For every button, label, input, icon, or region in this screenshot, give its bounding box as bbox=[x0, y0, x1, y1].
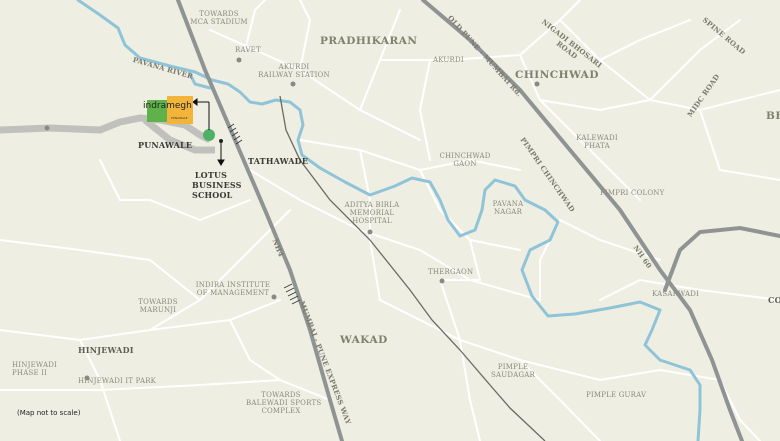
label-indira-institute: INDIRA INSTITUTE OF MANAGEMENT bbox=[194, 281, 272, 297]
area-co-partial: CO bbox=[768, 295, 780, 305]
mca-line-1: TOWARDS bbox=[199, 10, 239, 18]
area-pradhikaran: PRADHIKARAN bbox=[320, 35, 418, 47]
kalewadi-line-1: KALEWADI bbox=[576, 134, 618, 142]
indira-line-1: INDIRA INSTITUTE bbox=[195, 281, 271, 289]
label-ravet: RAVET bbox=[235, 46, 261, 54]
saudagar-line-2: SAUDAGAR bbox=[491, 371, 535, 379]
aditya-line-3: HOSPITAL bbox=[352, 217, 392, 225]
aditya-line-2: MEMORIAL bbox=[349, 209, 395, 217]
balewadi-line-3: COMPLEX bbox=[261, 407, 301, 415]
balewadi-line-2: BALEWADI SPORTS bbox=[246, 399, 322, 407]
project-marker bbox=[203, 129, 215, 141]
saudagar-line-1: PIMPLE bbox=[497, 363, 529, 371]
kalewadi-line-2: PHATA bbox=[584, 142, 610, 150]
label-pimple-gurav: PIMPLE GURAV bbox=[586, 391, 647, 399]
label-pavana-nagar: PAVANA NAGAR bbox=[486, 200, 530, 216]
lotus-school-dot bbox=[219, 139, 223, 143]
label-mca: TOWARDS MCA STADIUM bbox=[188, 10, 250, 26]
lotus-line-3: SCHOOL bbox=[192, 190, 233, 200]
indira-line-2: OF MANAGEMENT bbox=[196, 289, 270, 297]
akurdi-station-line-1: AKURDI bbox=[278, 63, 310, 71]
place-lotus-school: LOTUS BUSINESS SCHOOL bbox=[192, 170, 242, 200]
label-chinchwad-gaon: CHINCHWAD GAON bbox=[438, 152, 492, 168]
marunji-line-2: MARUNJI bbox=[139, 306, 177, 314]
project-logo: indramegh PUNAWALE bbox=[143, 96, 193, 124]
lotus-line-1: LOTUS bbox=[194, 170, 228, 180]
balewadi-line-1: TOWARDS bbox=[261, 391, 301, 399]
location-dots bbox=[44, 57, 540, 381]
aditya-line-1: ADITYA BIRLA bbox=[344, 201, 400, 209]
hinjewadi-phase-line-2: PHASE II bbox=[12, 369, 48, 377]
label-hinjewadi-it: HINJEWADI IT PARK bbox=[78, 377, 157, 385]
place-punawale: PUNAWALE bbox=[138, 140, 193, 150]
marunji-line-1: TOWARDS bbox=[138, 298, 178, 306]
map[interactable]: indramegh PUNAWALE PRADHIKARAN CHINCHWAD… bbox=[0, 0, 780, 441]
map-scale-note: (Map not to scale) bbox=[17, 409, 81, 417]
railway-line bbox=[279, 95, 546, 441]
label-kalewadi-phata: KALEWADI PHATA bbox=[572, 134, 622, 150]
place-hinjewadi: HINJEWADI bbox=[78, 345, 134, 355]
label-kasarwadi: KASARWADI bbox=[652, 290, 700, 298]
label-pimple-saudagar: PIMPLE SAUDAGAR bbox=[490, 363, 536, 379]
label-thergaon: THERGAON bbox=[428, 268, 474, 276]
label-marunji: TOWARDS MARUNJI bbox=[134, 298, 182, 314]
pavana-nagar-line-2: NAGAR bbox=[493, 208, 523, 216]
hinjewadi-phase-line-1: HINJEWADI bbox=[12, 361, 57, 369]
place-tathawade: TATHAWADE bbox=[248, 156, 309, 166]
label-hinjewadi-phase: HINJEWADI PHASE II bbox=[12, 361, 57, 377]
label-balewadi: TOWARDS BALEWADI SPORTS COMPLEX bbox=[246, 391, 322, 415]
area-wakad: WAKAD bbox=[340, 334, 388, 346]
akurdi-station-line-2: RAILWAY STATION bbox=[258, 71, 330, 79]
project-name: indramegh bbox=[143, 101, 192, 111]
pavana-nagar-line-1: PAVANA bbox=[492, 200, 524, 208]
chinchwad-gaon-line-2: GAON bbox=[453, 160, 477, 168]
lotus-line-2: BUSINESS bbox=[192, 180, 242, 190]
project-sub-label: PUNAWALE bbox=[171, 116, 188, 120]
label-pimpri-colony: PIMPRI COLONY bbox=[600, 189, 665, 197]
area-bhosari-partial: BH bbox=[766, 110, 780, 122]
mca-line-2: MCA STADIUM bbox=[190, 18, 248, 26]
label-akurdi-station: AKURDI RAILWAY STATION bbox=[258, 63, 330, 79]
label-akurdi: AKURDI bbox=[433, 56, 464, 64]
chinchwad-gaon-line-1: CHINCHWAD bbox=[439, 152, 491, 160]
label-aditya-birla: ADITYA BIRLA MEMORIAL HOSPITAL bbox=[340, 201, 404, 225]
